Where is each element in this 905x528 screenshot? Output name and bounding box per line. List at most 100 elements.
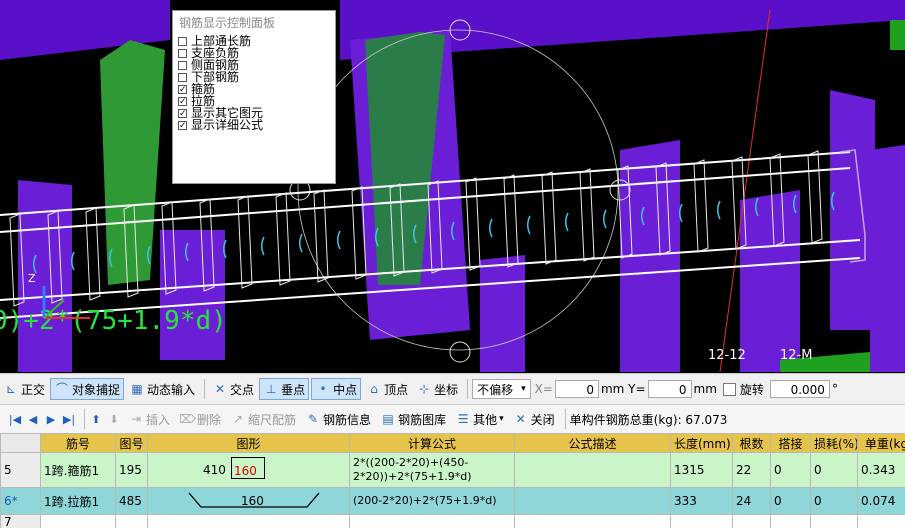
move-up-icon[interactable]: ⬆	[89, 413, 103, 426]
cell-shape[interactable]: 160	[147, 487, 350, 515]
col-header-loss[interactable]: 损耗(%)	[810, 433, 858, 453]
col-header-unit-weight[interactable]: 单重(kg	[857, 433, 905, 453]
3d-viewport[interactable]: 钢筋显示控制面板 上部通长筋 支座负筋 侧面钢筋 下部钢筋 ✓ 箍筋 ✓ 拉筋 ✓ 显…	[0, 0, 905, 372]
cell-count[interactable]: 24	[732, 487, 771, 515]
cell-unit-weight[interactable]: 0.074	[857, 487, 905, 515]
cell-loss[interactable]: 0	[810, 487, 858, 515]
tie-rebar	[565, 212, 569, 232]
section-label-1: 12-12	[708, 348, 746, 363]
cell-description[interactable]	[514, 452, 671, 488]
cell-shape[interactable]: 410 160	[147, 452, 350, 488]
ortho-button[interactable]: ⊾ 正交	[0, 378, 48, 400]
cell-empty[interactable]	[810, 514, 858, 528]
col-header-shape[interactable]: 图形	[147, 433, 350, 453]
col-header-name[interactable]: 筋号	[40, 433, 116, 453]
guide-handle-bottom[interactable]	[449, 341, 471, 363]
cell-formula[interactable]: 2*((200-2*20)+(450-2*20))+2*(75+1.9*d)	[349, 452, 515, 488]
cell-empty[interactable]	[857, 514, 905, 528]
dynamic-input-button[interactable]: ▦ 动态输入	[126, 378, 198, 400]
object-snap-button[interactable]: ⌒ 对象捕捉	[50, 378, 125, 400]
cell-name[interactable]: 1跨.拉筋1	[40, 487, 116, 515]
panel-title: 钢筋显示控制面板	[179, 16, 276, 30]
midpoint-icon: •	[319, 382, 327, 396]
cell-empty[interactable]	[349, 514, 515, 528]
cell-loss[interactable]: 0	[810, 452, 858, 488]
col-header-figure-no[interactable]: 图号	[115, 433, 148, 453]
move-down-icon[interactable]: ⬇	[107, 413, 121, 426]
cell-empty[interactable]	[147, 514, 350, 528]
first-record-icon[interactable]: |◀	[8, 413, 22, 426]
cell-empty[interactable]	[40, 514, 116, 528]
cell-count[interactable]: 22	[732, 452, 771, 488]
checkbox[interactable]: ✓	[178, 108, 187, 118]
vertex-snap-button[interactable]: ⌂ 顶点	[363, 378, 411, 400]
table-row[interactable]: 7	[0, 514, 905, 528]
perpendicular-snap-button[interactable]: ⊥ 垂点	[259, 378, 310, 400]
col-header-count[interactable]: 根数	[732, 433, 771, 453]
cell-empty[interactable]	[732, 514, 771, 528]
col-header-formula[interactable]: 计算公式	[349, 433, 515, 453]
checkbox[interactable]: ✓	[178, 120, 187, 130]
rebar-info-button[interactable]: ✎ 钢筋信息	[302, 411, 374, 428]
cell-lap[interactable]: 0	[770, 487, 811, 515]
rebar-info-icon: ✎	[308, 412, 319, 426]
cell-empty[interactable]	[115, 514, 148, 528]
checkbox[interactable]	[178, 36, 187, 46]
cell-unit-weight[interactable]: 0.343	[857, 452, 905, 488]
cell-empty[interactable]	[670, 514, 733, 528]
last-record-icon[interactable]: ▶|	[62, 413, 76, 426]
rotate-checkbox[interactable]	[722, 382, 736, 396]
stirrup	[237, 195, 253, 289]
cell-figure-no[interactable]: 195	[115, 452, 148, 488]
checkbox[interactable]	[178, 72, 187, 82]
checkbox[interactable]	[178, 48, 187, 58]
col-header-lap[interactable]: 搭接	[770, 433, 811, 453]
delete-button[interactable]: ⌦ 删除	[176, 411, 224, 428]
cell-length[interactable]: 333	[670, 487, 733, 515]
row-number[interactable]: 7	[0, 514, 41, 528]
row-number[interactable]: 5	[0, 452, 41, 488]
cell-empty[interactable]	[514, 514, 671, 528]
rotate-input[interactable]: 0.000	[769, 380, 830, 398]
rebar-display-control-panel[interactable]: 钢筋显示控制面板 上部通长筋 支座负筋 侧面钢筋 下部钢筋 ✓ 箍筋 ✓ 拉筋 ✓ 显…	[172, 10, 336, 184]
other-menu-button[interactable]: ☰ 其他 ▾	[452, 411, 507, 428]
snap-toolbar: ⊾ 正交 ⌒ 对象捕捉 ▦ 动态输入 ✕ 交点 ⊥ 垂点 • 中点 ⌂ 顶点 ⊹ 坐标 不偏移 ▾…	[0, 373, 905, 404]
intersection-snap-button[interactable]: ✕ 交点	[209, 378, 257, 400]
shape-dim-b: 160	[234, 464, 257, 478]
panel-item-detail-formula[interactable]: ✓ 显示详细公式	[173, 119, 335, 131]
tie-rebar	[717, 200, 721, 220]
rebar-library-button[interactable]: ▤ 钢筋图库	[377, 411, 449, 428]
intersection-icon: ✕	[215, 382, 226, 396]
y-input[interactable]: 0	[647, 380, 692, 398]
close-button[interactable]: ✕ 关闭	[510, 411, 558, 428]
next-record-icon[interactable]: ▶	[44, 413, 58, 426]
checkbox[interactable]: ✓	[178, 96, 187, 106]
cell-formula[interactable]: (200-2*20)+2*(75+1.9*d)	[349, 487, 515, 515]
insert-button[interactable]: ⇥ 插入	[125, 411, 173, 428]
col-header-length[interactable]: 长度(mm)	[670, 433, 733, 453]
row-number[interactable]: 6*	[0, 487, 41, 515]
cell-description[interactable]	[514, 487, 671, 515]
scale-rebar-button[interactable]: ↗ 缩尺配筋	[227, 411, 299, 428]
cell-lap[interactable]: 0	[770, 452, 811, 488]
midpoint-snap-button[interactable]: • 中点	[311, 378, 362, 400]
prev-record-icon[interactable]: ◀	[26, 413, 40, 426]
separator	[84, 409, 85, 429]
checkbox[interactable]	[178, 60, 187, 70]
offset-mode-dropdown[interactable]: 不偏移 ▾	[472, 379, 531, 399]
delete-icon: ⌦	[179, 412, 196, 426]
cell-empty[interactable]	[770, 514, 811, 528]
table-row[interactable]: 6* 1跨.拉筋1 485 160 (200-2*20)+2*(75+1.9*d…	[0, 487, 905, 515]
coordinate-snap-button[interactable]: ⊹ 坐标	[413, 378, 461, 400]
cell-length[interactable]: 1315	[670, 452, 733, 488]
col-header-description[interactable]: 公式描述	[514, 433, 671, 453]
cell-name[interactable]: 1跨.箍筋1	[40, 452, 116, 488]
table-header-row: 筋号 图号 图形 计算公式 公式描述 长度(mm) 根数 搭接 损耗(%) 单重…	[0, 433, 905, 453]
checkbox[interactable]: ✓	[178, 84, 187, 94]
green-corner-right	[890, 20, 905, 50]
x-input[interactable]: 0	[554, 380, 599, 398]
axis-gizmo-icon	[42, 286, 90, 319]
table-row[interactable]: 5 1跨.箍筋1 195 410 160 2*((200-2*20)+(450-…	[0, 452, 905, 488]
cell-figure-no[interactable]: 485	[115, 487, 148, 515]
total-weight-label: 单构件钢筋总重(kg): 67.073	[569, 412, 728, 427]
